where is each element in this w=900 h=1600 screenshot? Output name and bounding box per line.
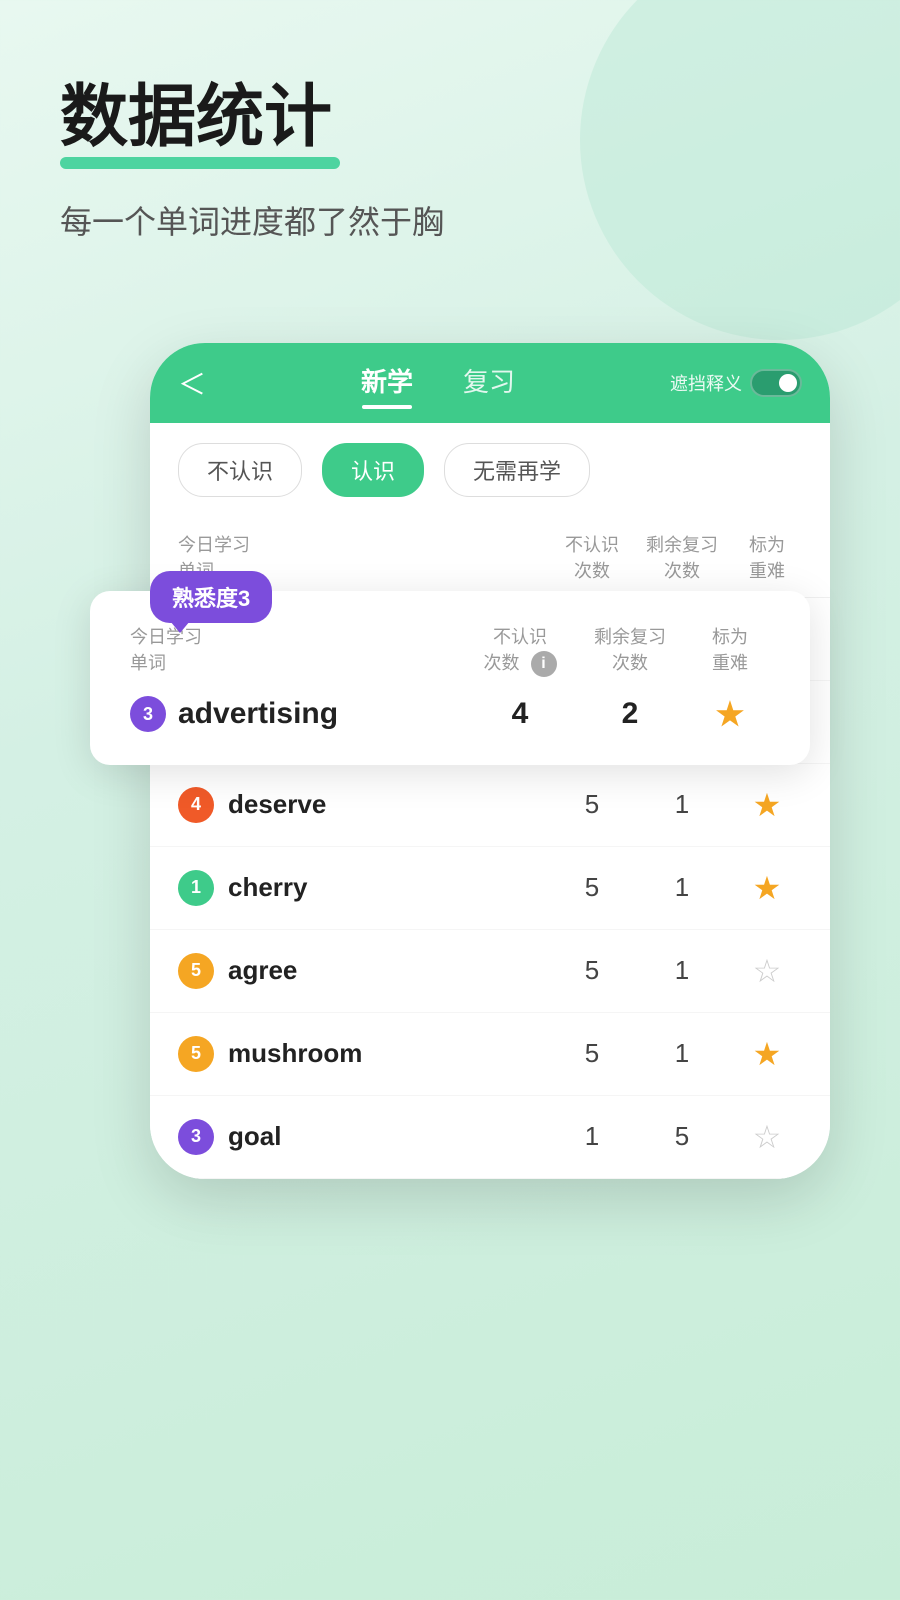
word-name: deserve: [228, 789, 326, 820]
col-hard-header: 标为重难: [690, 623, 770, 677]
word-name-cell: 5 mushroom: [178, 1036, 552, 1072]
col-not-know-header: 不认识次数 i: [470, 623, 570, 677]
tab-new-learn[interactable]: 新学: [361, 362, 413, 403]
word-item: 4 deserve 5 1 ★: [150, 764, 830, 847]
col-remain-header: 剩余复习次数: [570, 623, 690, 677]
word-name-cell: 1 cherry: [178, 870, 552, 906]
tooltip-bubble: 熟悉度3: [150, 571, 272, 623]
list-col-hard: 标为重难: [732, 531, 802, 583]
word-name: goal: [228, 1121, 281, 1152]
featured-word-name: 3 advertising: [130, 696, 470, 732]
word-item: 1 cherry 5 1 ★: [150, 847, 830, 930]
word-star[interactable]: ★: [732, 869, 802, 907]
word-name: cherry: [228, 872, 308, 903]
pill-not-know[interactable]: 不认识: [178, 443, 302, 497]
level-badge: 5: [178, 1036, 214, 1072]
featured-level-badge: 3: [130, 696, 166, 732]
word-name-cell: 4 deserve: [178, 787, 552, 823]
phone-top-bar: ＜ 新学 复习 遮挡释义: [150, 343, 830, 423]
word-remain: 1: [632, 1038, 732, 1069]
back-button[interactable]: ＜: [178, 363, 206, 403]
featured-star: ★: [690, 695, 770, 733]
level-badge: 1: [178, 870, 214, 906]
level-badge: 3: [178, 1119, 214, 1155]
filter-pills: 不认识 认识 无需再学: [150, 423, 830, 517]
page-subtitle: 每一个单词进度都了然于胸: [60, 197, 840, 243]
word-item: 5 mushroom 5 1 ★: [150, 1013, 830, 1096]
toggle-switch[interactable]: [750, 369, 802, 397]
word-not-know: 5: [552, 872, 632, 903]
level-badge: 4: [178, 787, 214, 823]
list-col-not-know: 不认识次数: [552, 531, 632, 583]
page-header: 数据统计 每一个单词进度都了然于胸: [0, 0, 900, 283]
featured-not-know: 4: [470, 697, 570, 731]
page-title: 数据统计: [60, 80, 840, 155]
word-remain: 5: [632, 1121, 732, 1152]
word-not-know: 5: [552, 1038, 632, 1069]
featured-remain: 2: [570, 697, 690, 731]
word-name-cell: 3 goal: [178, 1119, 552, 1155]
toggle-label: 遮挡释义: [670, 370, 742, 396]
info-icon: i: [531, 651, 557, 677]
list-col-remain: 剩余复习次数: [632, 531, 732, 583]
phone-wrapper: 熟悉度3 今日学习单词 不认识次数 i 剩余复习次数 标为重难 3 advert…: [150, 343, 830, 1179]
tooltip-card: 熟悉度3 今日学习单词 不认识次数 i 剩余复习次数 标为重难 3 advert…: [90, 591, 810, 765]
word-not-know: 5: [552, 955, 632, 986]
word-star[interactable]: ★: [732, 786, 802, 824]
pill-know[interactable]: 认识: [322, 443, 424, 497]
word-star[interactable]: ☆: [732, 952, 802, 990]
word-remain: 1: [632, 955, 732, 986]
title-underline: [60, 157, 340, 169]
tooltip-table-header: 今日学习单词 不认识次数 i 剩余复习次数 标为重难: [130, 623, 770, 677]
featured-word-row: 3 advertising 4 2 ★: [130, 695, 770, 733]
word-item: 3 goal 1 5 ☆: [150, 1096, 830, 1179]
word-remain: 1: [632, 872, 732, 903]
word-name: agree: [228, 955, 297, 986]
word-item: 5 agree 5 1 ☆: [150, 930, 830, 1013]
word-star[interactable]: ☆: [732, 1118, 802, 1156]
tab-review[interactable]: 复习: [463, 362, 515, 403]
toggle-area: 遮挡释义: [670, 369, 802, 397]
pill-no-need[interactable]: 无需再学: [444, 443, 590, 497]
word-not-know: 5: [552, 789, 632, 820]
word-star[interactable]: ★: [732, 1035, 802, 1073]
word-name: mushroom: [228, 1038, 362, 1069]
phone-tabs: 新学 复习: [206, 362, 670, 403]
level-badge: 5: [178, 953, 214, 989]
word-name-cell: 5 agree: [178, 953, 552, 989]
word-not-know: 1: [552, 1121, 632, 1152]
word-remain: 1: [632, 789, 732, 820]
